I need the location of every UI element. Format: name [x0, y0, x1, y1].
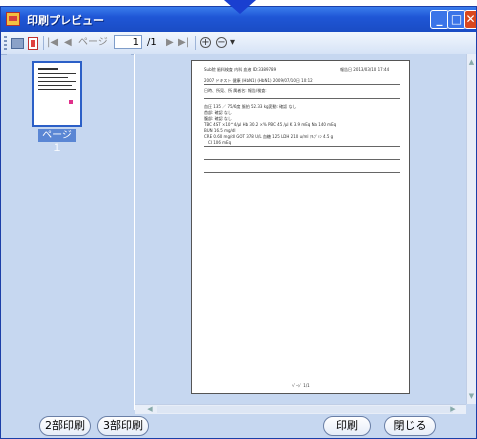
- doc-line: 血圧 135 ／ 75/6度 脈拍 52.33 kg変動: 確認 なし: [204, 104, 297, 109]
- thumb-line: [38, 89, 76, 90]
- scroll-right-icon[interactable]: ▶: [448, 405, 458, 414]
- horizontal-scrollbar[interactable]: ◀ ▶: [135, 404, 466, 414]
- thumb-line: [38, 68, 58, 70]
- thumb-marker: [69, 100, 73, 104]
- printer-icon[interactable]: [11, 38, 24, 49]
- print-preview-window: 印刷プレビュー _ □ ✕ |◀ ◀ ページ 1 /1 ▶ ▶| + − ▾ ペ…: [0, 6, 477, 439]
- scroll-thumb[interactable]: [157, 406, 453, 413]
- zoom-in-icon[interactable]: +: [200, 37, 211, 48]
- thumb-line: [38, 85, 72, 86]
- preview-page: Sub院 歯科検査 内科 血液 ID:3389789 報告日 2013/03/1…: [191, 60, 410, 394]
- current-page-input[interactable]: 1: [114, 35, 142, 49]
- total-pages: /1: [147, 37, 157, 48]
- doc-line: 日時、所見、所 属者名: 報告/検査:: [204, 88, 267, 93]
- doc-line: CI 106 mEq: [208, 140, 232, 145]
- doc-rule: [204, 84, 400, 85]
- doc-header-right: 報告日 2013/03/10 17:44: [340, 67, 390, 72]
- doc-line: CRE 0.60 mg/dl GOT 378 U/L 血糖 125 LDH 21…: [204, 134, 334, 139]
- page-setup-icon[interactable]: [28, 37, 38, 50]
- close-button[interactable]: 閉じる: [384, 416, 436, 436]
- zoom-dropdown-icon[interactable]: ▾: [230, 36, 235, 50]
- scroll-up-icon[interactable]: ▲: [467, 57, 476, 67]
- thumb-line: [38, 81, 76, 82]
- button-bar: 2部印刷 3部印刷 印刷 閉じる: [1, 414, 476, 438]
- doc-line: 2007 ドキスト 健康 (HbN1) (HbN1) 2009/07/10日 1…: [204, 78, 313, 83]
- doc-footer: ﾍﾟｰｼﾞ 1/1: [292, 383, 310, 388]
- doc-header-left: Sub院 歯科検査 内科 血液 ID:3389789: [204, 67, 277, 72]
- doc-rule: [204, 172, 400, 173]
- doc-line: BUN 16.5 mg/dl: [204, 128, 236, 133]
- pointer-arrow-icon: [224, 0, 256, 14]
- page-thumbnail[interactable]: [32, 61, 82, 127]
- thumb-line: [38, 73, 76, 74]
- next-page-button[interactable]: ▶: [166, 36, 174, 50]
- print-button[interactable]: 印刷: [323, 416, 371, 436]
- app-icon: [6, 12, 20, 26]
- print-2-copies-button[interactable]: 2部印刷: [39, 416, 91, 436]
- thumb-line: [38, 77, 68, 78]
- print-3-copies-button[interactable]: 3部印刷: [97, 416, 149, 436]
- preview-pane: Sub院 歯科検査 内科 血液 ID:3389789 報告日 2013/03/1…: [135, 54, 466, 404]
- doc-line: TBC 4ST ×10^4/μl Hb 30.2 ×% PBC 45 /μl K…: [204, 122, 337, 127]
- page-label: ページ: [78, 37, 108, 48]
- vertical-scrollbar[interactable]: ▲ ▼: [466, 54, 476, 404]
- scroll-down-icon[interactable]: ▼: [467, 391, 476, 401]
- first-page-button[interactable]: |◀: [47, 36, 58, 50]
- doc-line: 腹部: 確認 なし: [204, 116, 232, 121]
- thumbnail-label[interactable]: ページ１: [38, 129, 76, 154]
- toolbar-separator: [43, 36, 44, 50]
- scroll-left-icon[interactable]: ◀: [145, 405, 155, 414]
- last-page-button[interactable]: ▶|: [178, 36, 189, 50]
- doc-rule: [204, 98, 400, 99]
- toolbar-grip[interactable]: [4, 36, 7, 50]
- toolbar-separator: [195, 36, 196, 50]
- prev-page-button[interactable]: ◀: [64, 36, 72, 50]
- doc-line: 首部: 確認 なし: [204, 110, 232, 115]
- doc-rule: [204, 159, 400, 160]
- doc-rule: [204, 146, 400, 147]
- window-title: 印刷プレビュー: [27, 14, 104, 27]
- zoom-out-icon[interactable]: −: [216, 37, 227, 48]
- close-window-button[interactable]: ✕: [464, 10, 476, 29]
- toolbar: |◀ ◀ ページ 1 /1 ▶ ▶| + − ▾: [1, 32, 476, 55]
- thumbnail-pane: ページ１: [7, 54, 131, 410]
